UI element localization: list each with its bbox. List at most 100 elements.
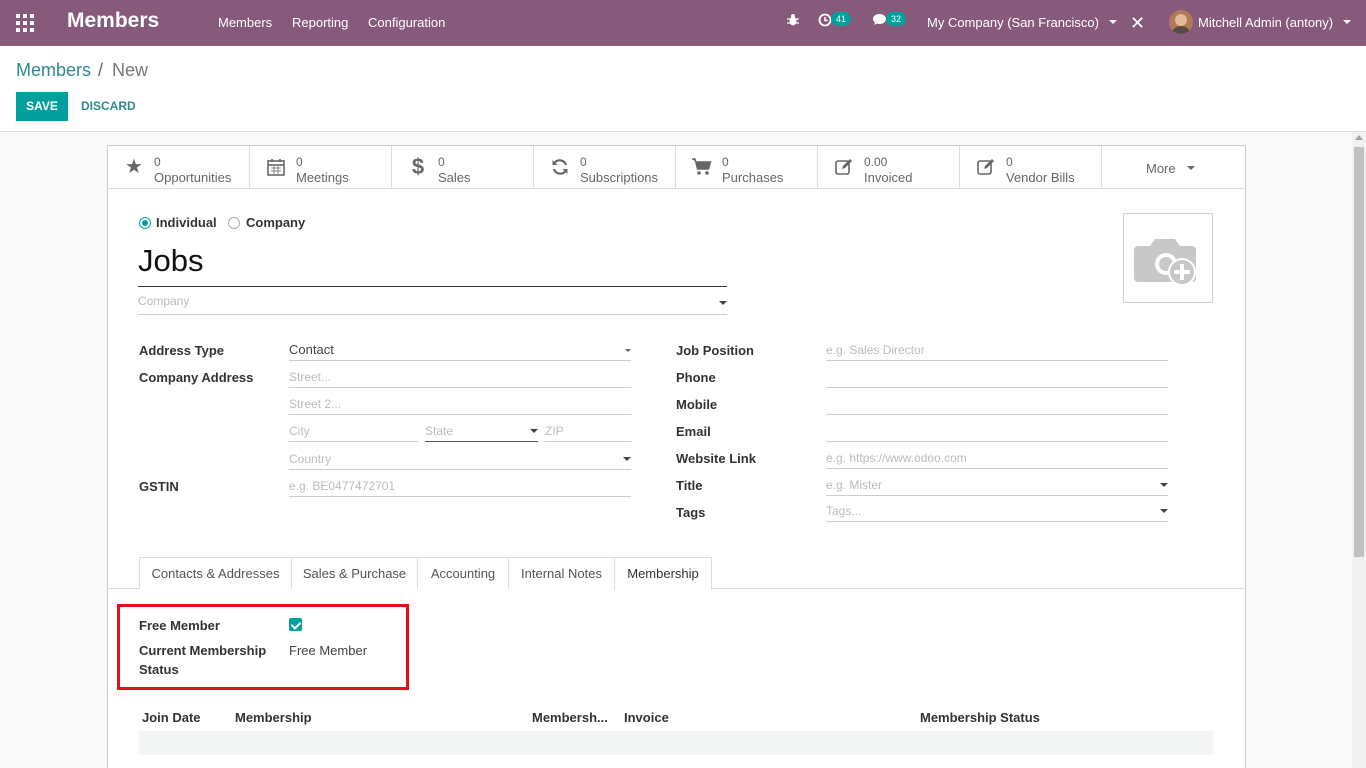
email-input[interactable] <box>826 422 1168 442</box>
discard-button[interactable]: DISCARD <box>81 99 136 113</box>
smart-button-label: Meetings <box>296 170 349 185</box>
menu-configuration[interactable]: Configuration <box>368 15 445 30</box>
gstin-input[interactable]: e.g. BE0477472701 <box>289 477 631 497</box>
smart-button-value: 0 <box>1006 155 1013 169</box>
scroll-up-icon[interactable] <box>1355 135 1363 140</box>
address-type-select[interactable]: Contact <box>289 341 631 361</box>
chevron-down-icon <box>1187 166 1196 170</box>
invoiced-button[interactable]: 0.00 Invoiced <box>818 146 960 188</box>
company-switcher[interactable]: My Company (San Francisco) <box>927 15 1117 30</box>
save-button[interactable]: SAVE <box>16 92 68 121</box>
tab-contacts-addresses[interactable]: Contacts & Addresses <box>139 557 292 589</box>
tab-membership[interactable]: Membership <box>614 557 712 590</box>
scrollbar-thumb[interactable] <box>1354 147 1364 557</box>
user-menu[interactable]: Mitchell Admin (antony) <box>1198 15 1351 30</box>
address-type-value: Contact <box>289 342 334 357</box>
phone-input[interactable] <box>826 368 1168 388</box>
clock-icon[interactable] <box>818 13 832 30</box>
vendor-bills-button[interactable]: 0 Vendor Bills <box>960 146 1102 188</box>
chevron-down-icon <box>1108 20 1117 24</box>
smart-button-label: Sales <box>438 170 471 185</box>
tags-input[interactable]: Tags... <box>826 502 1168 522</box>
more-button[interactable]: More <box>1146 161 1196 176</box>
chevron-down-icon <box>719 301 727 305</box>
state-select[interactable]: State <box>425 422 538 442</box>
bug-icon[interactable] <box>786 13 800 30</box>
company-address-label: Company Address <box>139 370 254 385</box>
control-panel: Members / New SAVE DISCARD <box>0 46 1366 132</box>
activity-badge: 41 <box>831 12 852 26</box>
individual-radio[interactable] <box>139 217 151 229</box>
menu-reporting[interactable]: Reporting <box>292 15 348 30</box>
tags-placeholder: Tags... <box>826 504 862 518</box>
name-input[interactable]: Jobs <box>138 243 727 287</box>
smart-button-value: 0 <box>580 155 587 169</box>
tab-internal-notes[interactable]: Internal Notes <box>508 557 615 589</box>
chevron-down-icon <box>1160 509 1168 513</box>
column-membership[interactable]: Membership <box>235 710 312 725</box>
smart-button-value: 0 <box>154 155 161 169</box>
country-select[interactable]: Country <box>289 450 631 470</box>
avatar[interactable] <box>1169 10 1193 34</box>
dollar-icon: $ <box>411 154 425 179</box>
company-name: My Company (San Francisco) <box>927 15 1099 30</box>
state-placeholder: State <box>425 424 454 438</box>
street2-input[interactable]: Street 2... <box>289 395 631 415</box>
opportunities-button[interactable]: ★ 0 Opportunities <box>108 146 250 188</box>
tab-accounting[interactable]: Accounting <box>417 557 509 589</box>
job-position-input[interactable]: e.g. Sales Director <box>826 341 1168 361</box>
smart-button-label: Subscriptions <box>580 170 659 185</box>
close-icon[interactable]: ✕ <box>1130 13 1145 34</box>
address-type-label: Address Type <box>139 343 225 358</box>
photo-upload[interactable] <box>1123 213 1213 303</box>
menu-members[interactable]: Members <box>218 15 272 30</box>
company-input[interactable]: Company <box>138 294 727 315</box>
company-label[interactable]: Company <box>246 215 305 230</box>
country-placeholder: Country <box>289 452 332 466</box>
city-input[interactable]: City <box>289 422 418 442</box>
smart-button-value: 0 <box>296 155 303 169</box>
cart-icon <box>690 157 714 181</box>
star-icon: ★ <box>125 156 143 178</box>
website-input[interactable]: e.g. https://www.odoo.com <box>826 449 1168 469</box>
meetings-button[interactable]: 0 Meetings <box>250 146 392 188</box>
mobile-input[interactable] <box>826 395 1168 415</box>
smart-button-value: 0 <box>438 155 445 169</box>
calendar-icon <box>264 157 288 181</box>
column-membership-fee[interactable]: Membersh... <box>532 710 608 725</box>
message-badge: 32 <box>886 12 907 26</box>
apps-menu-icon[interactable] <box>16 14 34 32</box>
smart-button-label: Invoiced <box>864 170 913 185</box>
tab-sales-purchase[interactable]: Sales & Purchase <box>291 557 418 589</box>
individual-label[interactable]: Individual <box>156 215 217 230</box>
title-select[interactable]: e.g. Mister <box>826 476 1168 496</box>
purchases-button[interactable]: 0 Purchases <box>676 146 818 188</box>
subscriptions-button[interactable]: 0 Subscriptions <box>534 146 676 188</box>
job-position-label: Job Position <box>676 343 754 358</box>
more-label: More <box>1146 161 1176 176</box>
breadcrumb-root[interactable]: Members <box>16 60 91 81</box>
zip-input[interactable]: ZIP <box>545 422 631 442</box>
chevron-down-icon <box>623 457 631 461</box>
sales-button[interactable]: $ 0 Sales <box>392 146 534 188</box>
phone-label: Phone <box>676 370 716 385</box>
smart-button-label: Opportunities <box>154 170 232 185</box>
company-radio[interactable] <box>228 217 240 229</box>
column-join-date[interactable]: Join Date <box>142 710 201 725</box>
street-input[interactable]: Street... <box>289 368 631 388</box>
title-label: Title <box>676 478 703 493</box>
table-row <box>139 731 1213 755</box>
email-label: Email <box>676 424 711 439</box>
chevron-down-icon <box>1160 483 1168 487</box>
breadcrumb-current: New <box>112 60 149 80</box>
chevron-down-icon <box>1342 20 1351 24</box>
smart-button-label: Purchases <box>722 170 784 185</box>
refresh-icon <box>548 157 572 181</box>
camera-icon <box>1134 239 1196 286</box>
column-membership-status[interactable]: Membership Status <box>920 710 1040 725</box>
column-invoice[interactable]: Invoice <box>624 710 669 725</box>
user-name: Mitchell Admin (antony) <box>1198 15 1334 30</box>
smart-button-label: Vendor Bills <box>1006 170 1075 185</box>
edit-icon <box>832 157 856 181</box>
title-placeholder: e.g. Mister <box>826 478 883 492</box>
